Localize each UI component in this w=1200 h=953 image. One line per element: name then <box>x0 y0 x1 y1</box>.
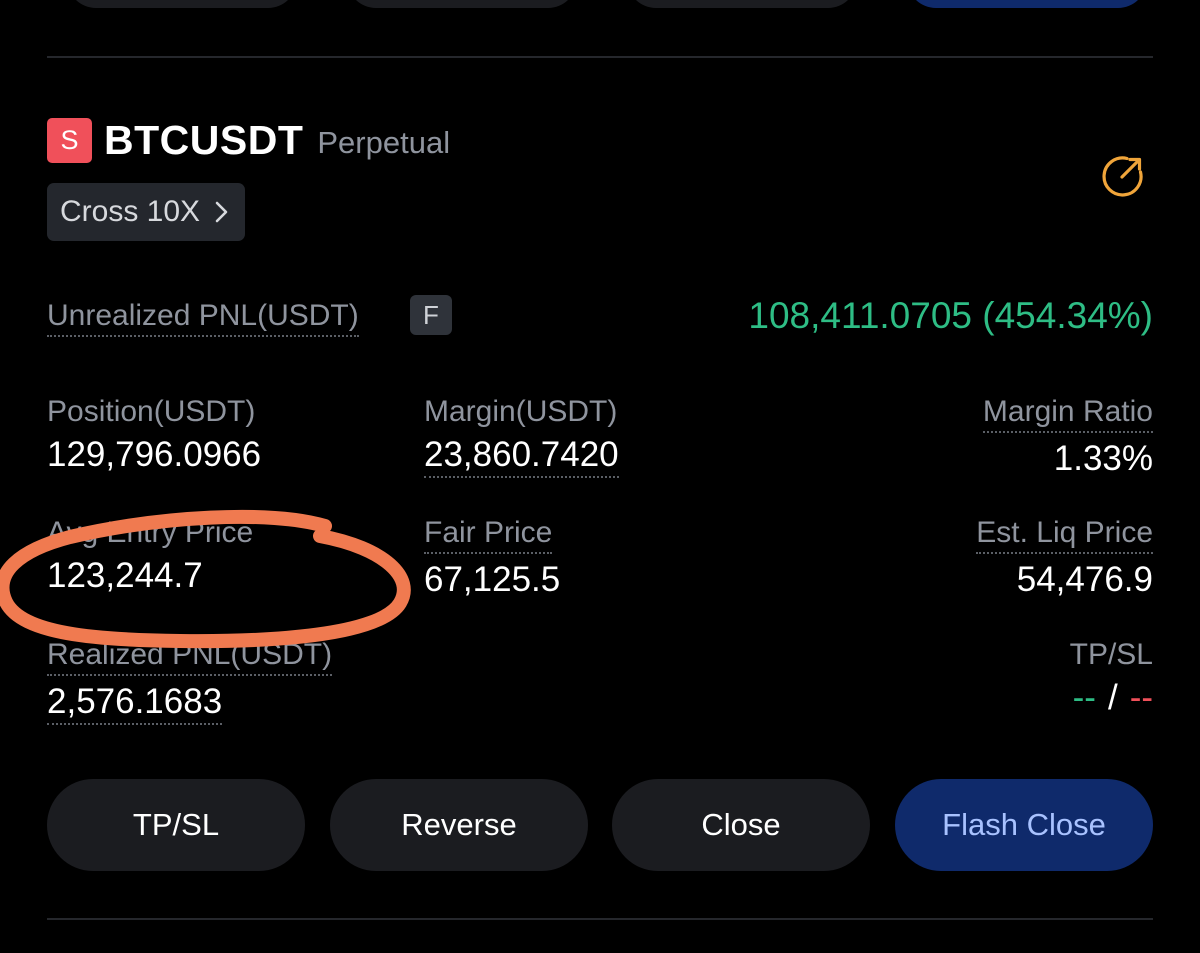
realized-pnl-label[interactable]: Realized PNL(USDT) <box>47 638 333 676</box>
take-profit-value: -- <box>1072 678 1096 717</box>
unrealized-pnl-label[interactable]: Unrealized PNL(USDT) <box>47 299 359 337</box>
bottom-divider <box>47 918 1153 920</box>
prev-card-button[interactable] <box>67 0 297 8</box>
fair-price-cell: Fair Price 67,125.5 <box>424 516 560 600</box>
margin-cell: Margin(USDT) 23,860.7420 <box>424 395 619 478</box>
tpsl-button[interactable]: TP/SL <box>47 779 305 871</box>
prev-card-button[interactable] <box>627 0 857 8</box>
stop-loss-value: -- <box>1129 678 1153 717</box>
position-size-cell: Position(USDT) 129,796.0966 <box>47 395 261 475</box>
fee-info-badge[interactable]: F <box>410 295 452 335</box>
close-button[interactable]: Close <box>612 779 870 871</box>
realized-pnl-cell: Realized PNL(USDT) 2,576.1683 <box>47 638 333 725</box>
fair-price-label[interactable]: Fair Price <box>424 516 553 554</box>
liq-price-value: 54,476.9 <box>1016 560 1153 599</box>
share-icon[interactable] <box>1100 153 1146 199</box>
reverse-button[interactable]: Reverse <box>330 779 588 871</box>
liq-price-label[interactable]: Est. Liq Price <box>976 516 1153 554</box>
margin-value[interactable]: 23,860.7420 <box>424 435 619 478</box>
margin-mode-button[interactable]: Cross 10X <box>47 183 246 241</box>
prev-card-button[interactable] <box>347 0 577 8</box>
margin-ratio-value: 1.33% <box>1053 439 1153 478</box>
chevron-right-icon <box>215 201 228 223</box>
unrealized-pnl-row: Unrealized PNL(USDT) F 108,411.0705 (454… <box>47 295 1153 345</box>
tpsl-value[interactable]: -- / -- <box>1070 678 1153 718</box>
margin-mode-label: Cross 10X <box>60 195 201 228</box>
realized-pnl-value[interactable]: 2,576.1683 <box>47 682 223 725</box>
fair-price-value: 67,125.5 <box>424 560 561 599</box>
tpsl-label: TP/SL <box>1069 638 1153 671</box>
short-side-badge: S <box>47 117 92 163</box>
avg-entry-label: Avg Entry Price <box>47 516 254 549</box>
unrealized-pnl-value: 108,411.0705 (454.34%) <box>748 295 1153 336</box>
symbol-name[interactable]: BTCUSDT <box>104 117 303 164</box>
prev-card-flash-button[interactable] <box>907 0 1147 8</box>
margin-ratio-label[interactable]: Margin Ratio <box>982 395 1153 433</box>
contract-type: Perpetual <box>317 125 451 160</box>
avg-entry-value: 123,244.7 <box>47 556 203 595</box>
flash-close-button[interactable]: Flash Close <box>895 779 1153 871</box>
margin-ratio-cell: Margin Ratio 1.33% <box>982 395 1153 479</box>
tpsl-separator: / <box>1107 678 1118 717</box>
symbol-header: S BTCUSDT Perpetual <box>47 115 450 165</box>
avg-entry-cell: Avg Entry Price 123,244.7 <box>47 516 253 596</box>
margin-label: Margin(USDT) <box>424 395 618 428</box>
position-size-label: Position(USDT) <box>47 395 256 428</box>
position-size-value: 129,796.0966 <box>47 435 262 474</box>
top-divider <box>47 56 1153 58</box>
liq-price-cell: Est. Liq Price 54,476.9 <box>976 516 1153 600</box>
tpsl-cell: TP/SL -- / -- <box>1070 638 1153 718</box>
